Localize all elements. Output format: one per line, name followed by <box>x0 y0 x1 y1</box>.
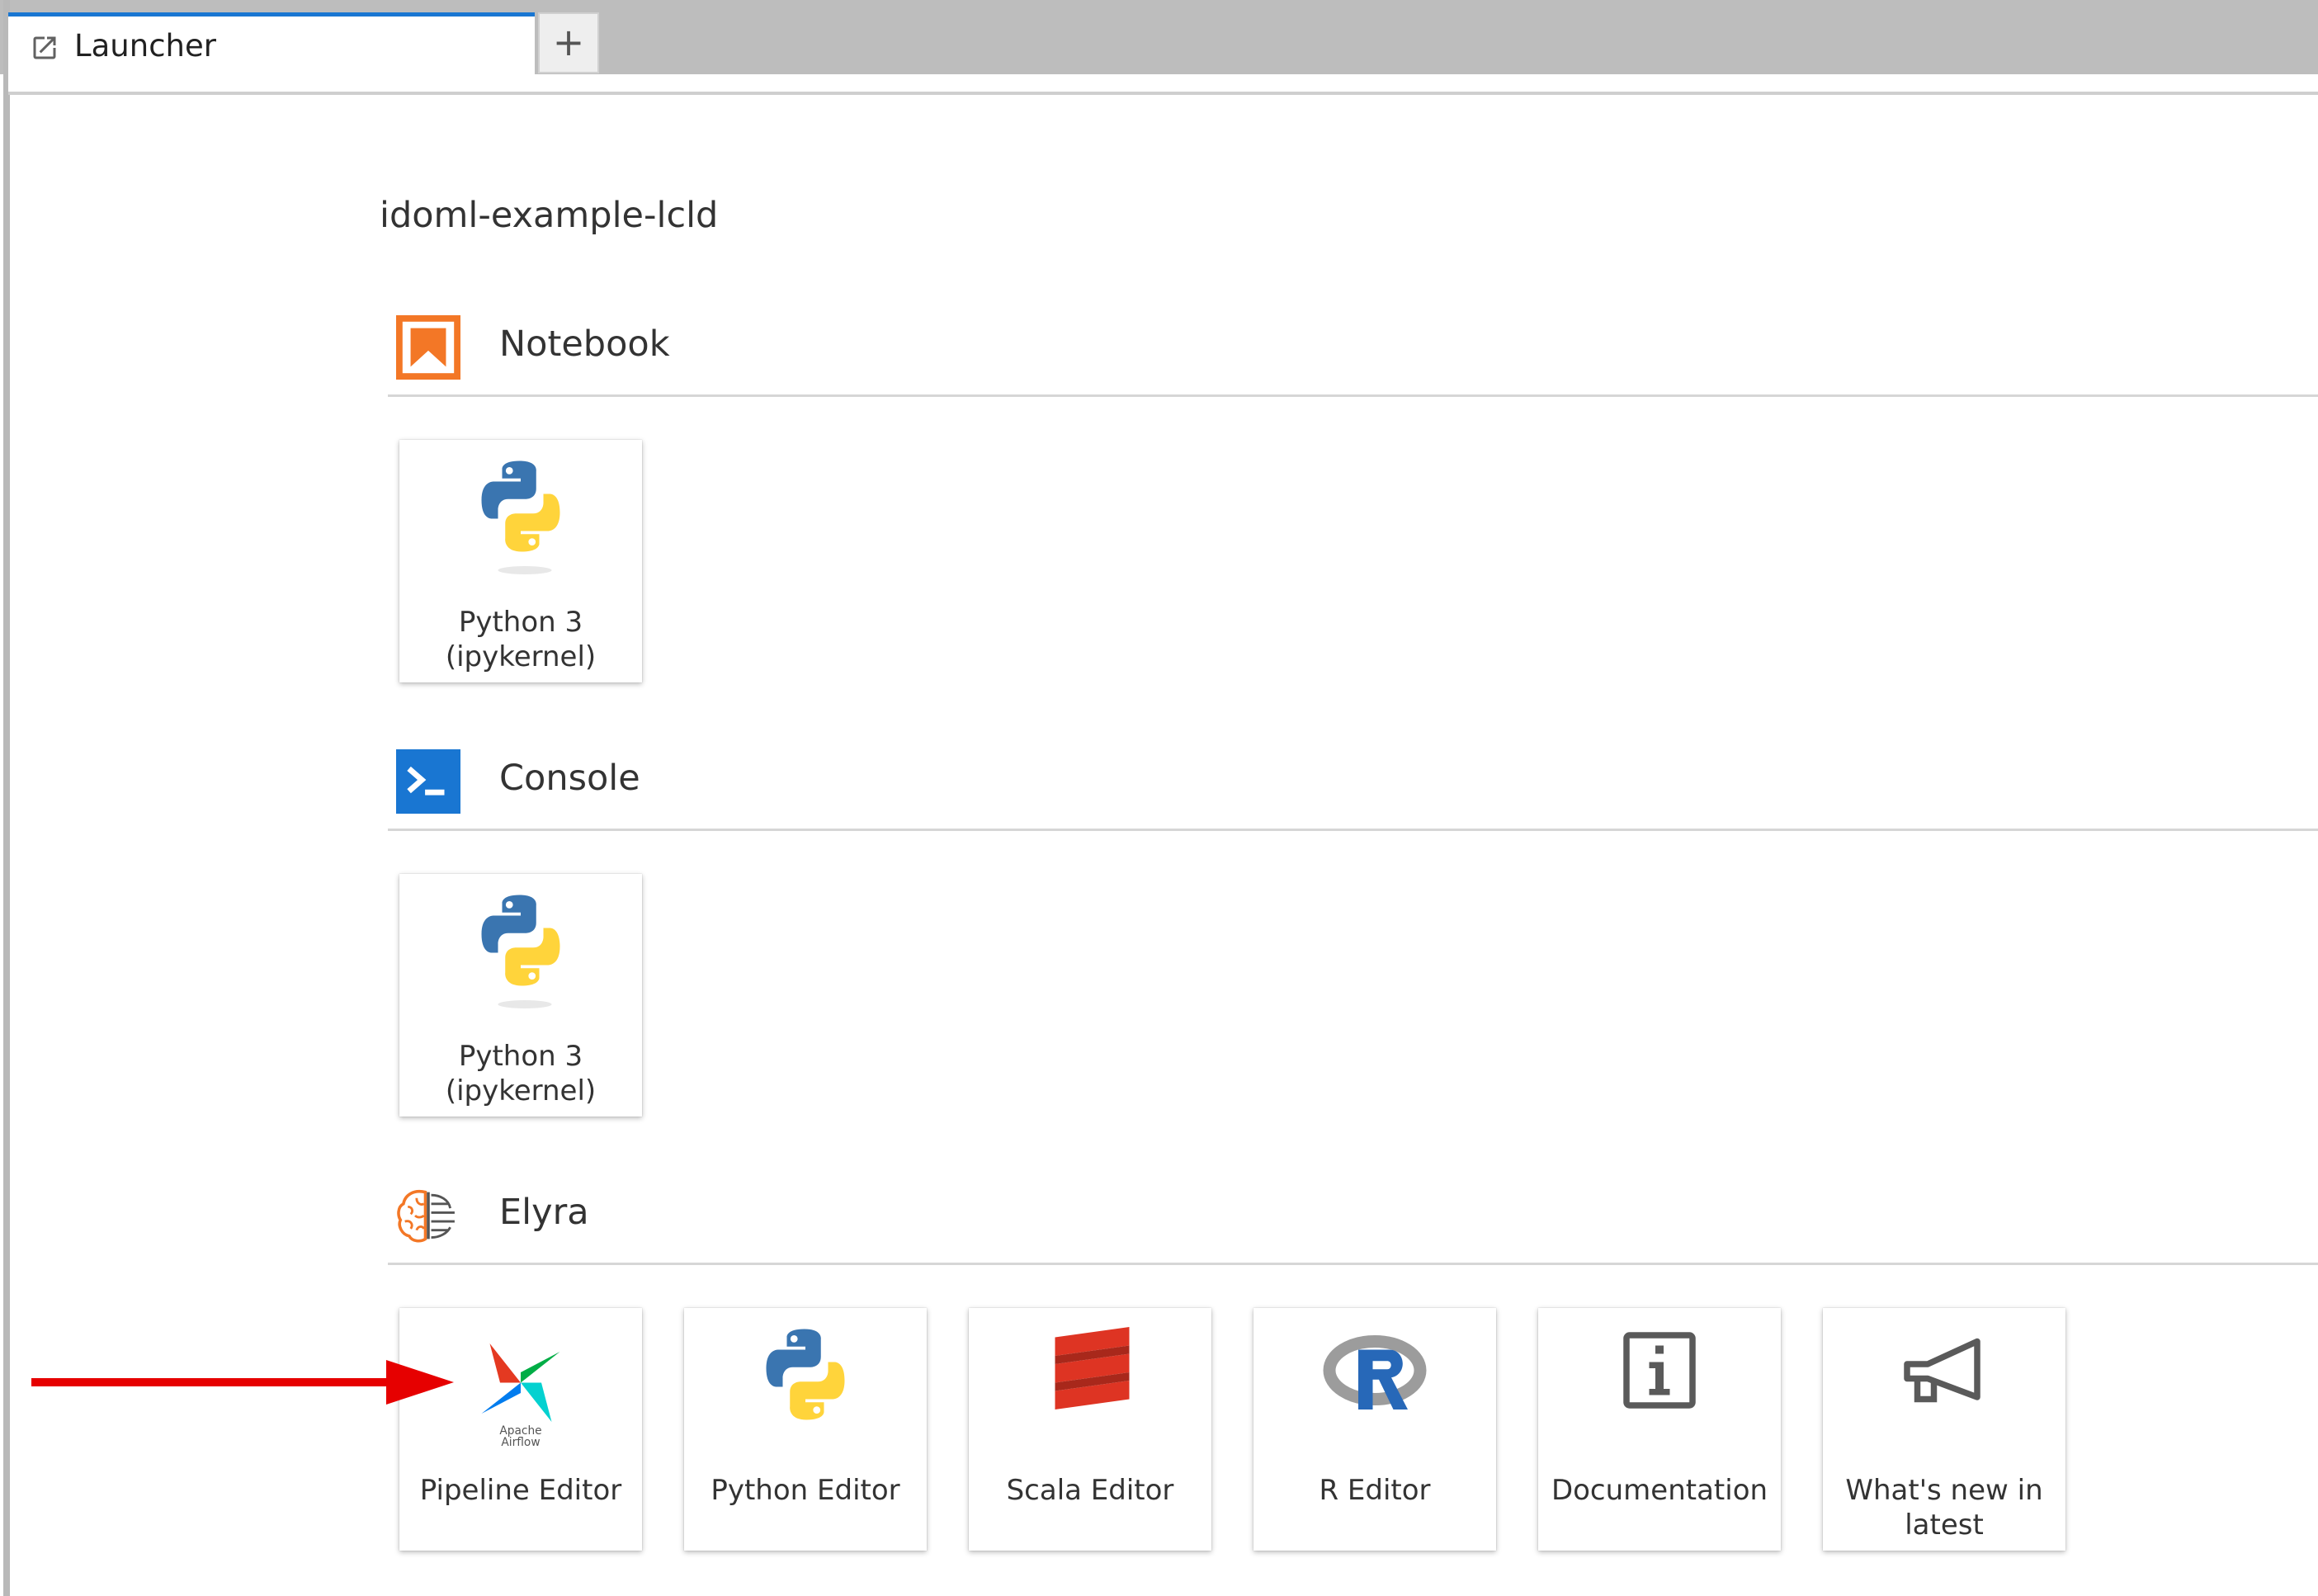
section-label-elyra: Elyra <box>499 1192 589 1233</box>
megaphone-icon <box>1904 1338 1980 1403</box>
elyra-brain-icon <box>397 1190 455 1243</box>
svg-text:Airflow: Airflow <box>501 1436 540 1447</box>
launcher-card-python-editor[interactable]: Python Editor <box>684 1308 927 1551</box>
launcher-title: idoml-example-lcld <box>380 195 719 236</box>
scala-logo-icon <box>1055 1327 1130 1409</box>
launcher-window: Launcher + idoml-example-lcld Notebook P… <box>0 0 2318 1596</box>
python-logo-icon <box>766 1329 845 1420</box>
launcher-card-r-editor[interactable]: R Editor <box>1253 1308 1496 1551</box>
info-icon <box>1623 1332 1696 1409</box>
card-label: R Editor <box>1319 1474 1431 1507</box>
plus-icon: + <box>552 20 585 64</box>
r-logo-icon <box>1323 1335 1427 1409</box>
tab-label: Launcher <box>74 28 216 64</box>
section-label-notebook: Notebook <box>499 323 670 365</box>
add-tab-button[interactable]: + <box>538 12 599 73</box>
card-label: Pipeline Editor <box>419 1474 622 1507</box>
launcher-card-pipeline-editor[interactable]: Apache Airflow Pipeline Editor <box>399 1308 642 1551</box>
launcher-card-scala-editor[interactable]: Scala Editor <box>969 1308 1211 1551</box>
card-label: Documentation <box>1551 1474 1768 1507</box>
launcher-card-documentation[interactable]: Documentation <box>1538 1308 1781 1551</box>
card-label: What's new in latest <box>1845 1474 2043 1542</box>
section-divider <box>388 829 2318 831</box>
launcher-card-whats-new[interactable]: What's new in latest <box>1823 1308 2065 1551</box>
card-label: Python 3 (ipykernel) <box>445 606 597 673</box>
section-console: Console <box>388 739 2318 831</box>
section-label-console: Console <box>499 758 640 799</box>
tab-bar-divider <box>8 92 2318 95</box>
tab-launcher[interactable]: Launcher <box>8 12 535 93</box>
python-logo-icon <box>481 460 560 574</box>
left-panel-border <box>3 0 10 1596</box>
section-divider <box>388 1263 2318 1265</box>
card-label: Python Editor <box>711 1474 900 1507</box>
launch-icon <box>33 36 56 59</box>
launcher-card-notebook-python3[interactable]: Python 3 (ipykernel) <box>399 440 642 682</box>
notebook-icon <box>396 315 460 380</box>
red-arrow-icon <box>31 1360 454 1405</box>
card-label: Python 3 (ipykernel) <box>445 1040 597 1107</box>
section-divider <box>388 394 2318 397</box>
section-notebook: Notebook <box>388 305 2318 397</box>
apache-airflow-icon: Apache Airflow <box>481 1343 560 1447</box>
console-icon <box>396 749 460 814</box>
launcher-card-console-python3[interactable]: Python 3 (ipykernel) <box>399 874 642 1117</box>
card-label: Scala Editor <box>1006 1474 1174 1507</box>
section-elyra: Elyra <box>388 1173 2318 1265</box>
python-logo-icon <box>481 895 560 1008</box>
